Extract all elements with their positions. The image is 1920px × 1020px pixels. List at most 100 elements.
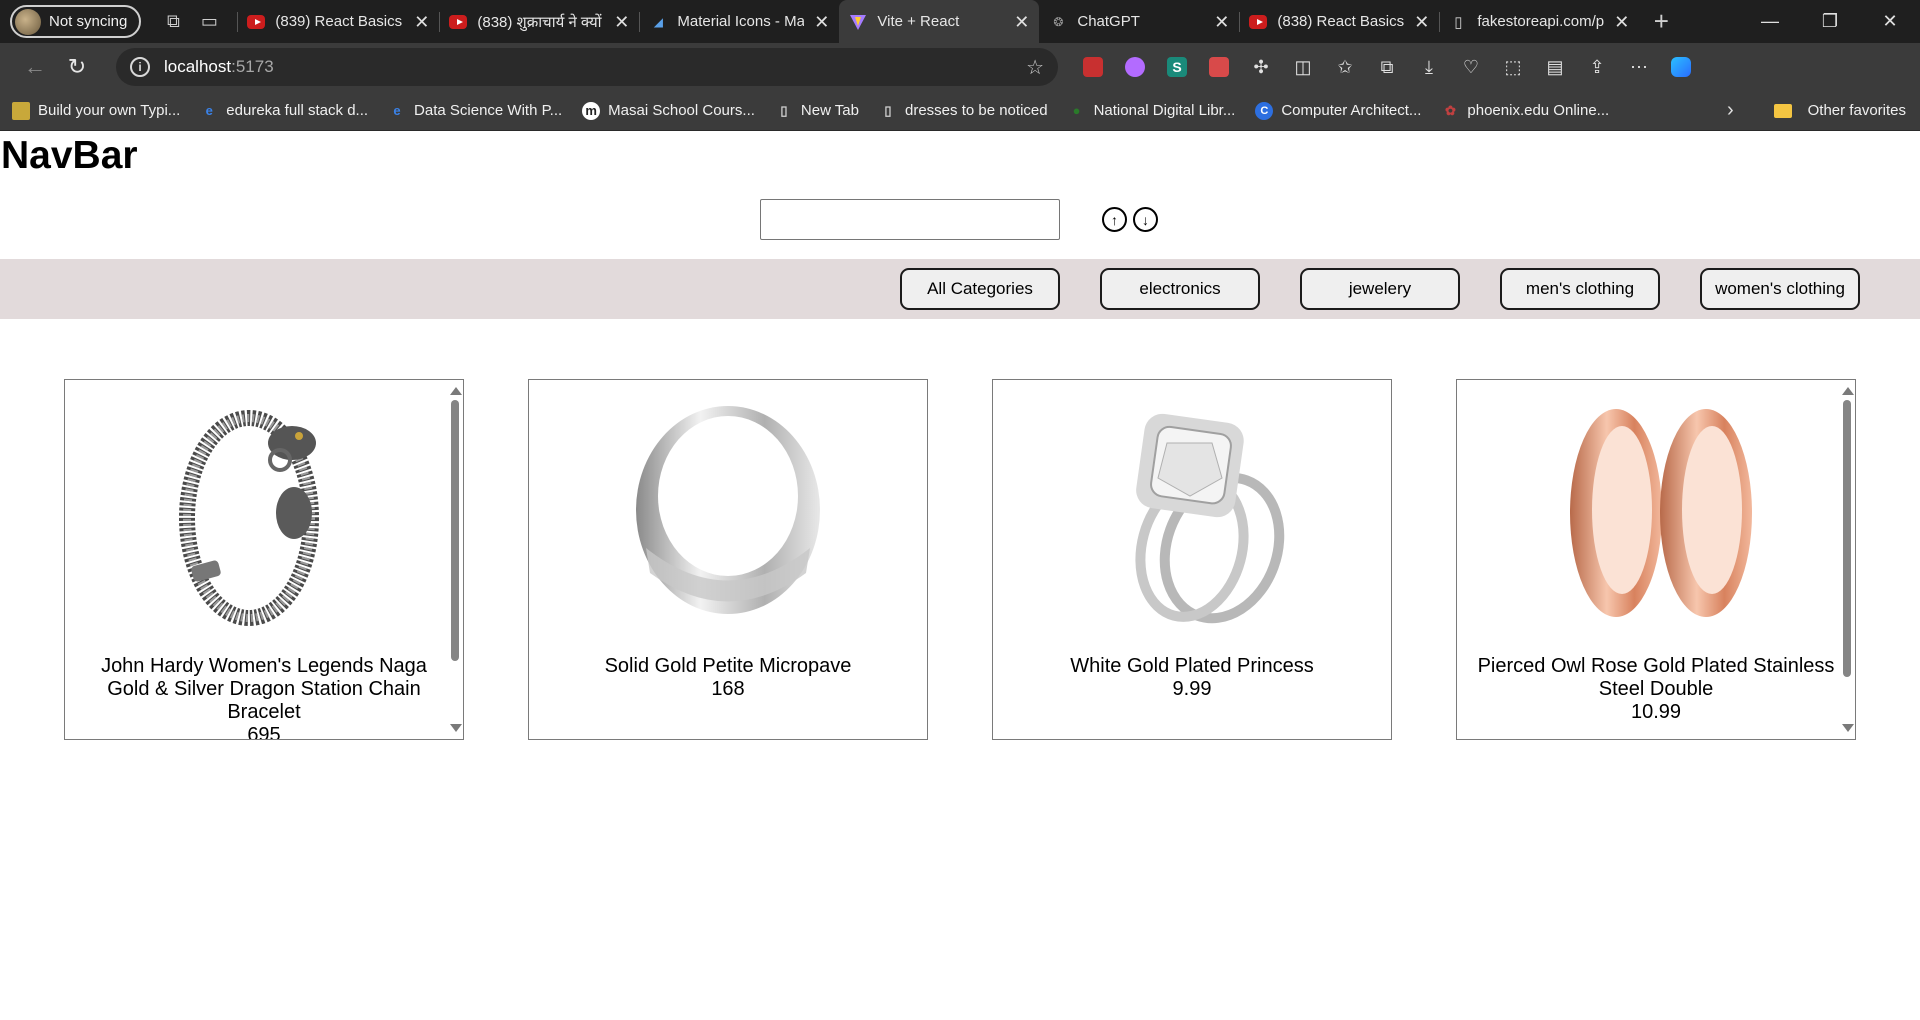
tab-title: ChatGPT — [1077, 13, 1140, 30]
bookmark-item[interactable]: m Masai School Cours... — [582, 101, 755, 120]
bookmark-icon — [12, 101, 30, 120]
tab-react-basics-2[interactable]: (838) React Basics | ✕ — [1239, 0, 1439, 43]
search-input[interactable] — [760, 199, 1060, 240]
other-favorites[interactable]: Other favorites — [1773, 102, 1906, 119]
bookmark-label: phoenix.edu Online... — [1467, 102, 1610, 119]
bookmark-label: National Digital Libr... — [1093, 102, 1236, 119]
bookmark-label: edureka full stack d... — [226, 102, 369, 119]
scroll-down-arrow[interactable] — [1842, 724, 1854, 732]
page-icon: ▯ — [884, 102, 892, 118]
scroll-thumb[interactable] — [1843, 400, 1851, 677]
bookmark-item[interactable]: e edureka full stack d... — [200, 102, 368, 120]
bookmark-item[interactable]: ✿ phoenix.edu Online... — [1441, 102, 1609, 120]
close-tab-icon[interactable]: ✕ — [1214, 13, 1229, 31]
profile-button[interactable]: Not syncing — [10, 5, 142, 38]
arrow-down-circle-icon[interactable]: ↓ — [1133, 207, 1158, 232]
bookmark-label: New Tab — [800, 102, 859, 119]
page-icon: ▯ — [1454, 13, 1463, 31]
extension-red-icon[interactable] — [1072, 47, 1114, 87]
scrollbar[interactable] — [1838, 380, 1855, 739]
product-price: 695 — [247, 724, 281, 740]
bookmark-label: Data Science With P... — [414, 102, 563, 119]
product-image-rose-gold-plugs — [1570, 409, 1752, 617]
url-host: localhost — [164, 57, 232, 76]
youtube-icon — [449, 13, 468, 31]
minimize-icon[interactable]: — — [1740, 0, 1800, 43]
refresh-icon[interactable]: ↻ — [56, 46, 98, 88]
back-icon[interactable]: ← — [14, 46, 56, 88]
restore-icon[interactable]: ❐ — [1800, 0, 1860, 43]
close-window-icon[interactable]: ✕ — [1860, 0, 1920, 43]
close-tab-icon[interactable]: ✕ — [614, 13, 629, 31]
scroll-up-arrow[interactable] — [1842, 387, 1854, 395]
arrow-up-circle-icon[interactable]: ↑ — [1102, 207, 1127, 232]
extension-s-icon[interactable]: S — [1156, 47, 1198, 87]
tab-title: Vite + React — [877, 13, 960, 30]
chatgpt-icon: ❂ — [1053, 14, 1064, 29]
browser-essentials-icon[interactable]: ♡ — [1450, 47, 1492, 87]
bookmark-item[interactable]: C Computer Architect... — [1255, 101, 1421, 120]
collections-icon[interactable]: ⧉ — [1366, 47, 1408, 87]
scrollbar[interactable] — [446, 380, 463, 739]
close-tab-icon[interactable]: ✕ — [1014, 13, 1029, 31]
page-icon: ▯ — [780, 102, 788, 118]
scroll-up-arrow[interactable] — [450, 387, 462, 395]
tab-actions-icon[interactable]: ▭ — [191, 4, 227, 40]
tab-title: (839) React Basics | — [275, 13, 405, 30]
favorites-icon[interactable]: ✩ — [1324, 47, 1366, 87]
url-text[interactable]: localhost:5173 — [164, 57, 1012, 77]
bookmark-item[interactable]: e Data Science With P... — [388, 102, 562, 120]
downloads-icon[interactable]: ⤓ — [1408, 47, 1450, 87]
tab-react-basics-1[interactable]: (839) React Basics | ✕ — [237, 0, 439, 43]
extension-calendar-icon[interactable] — [1198, 47, 1240, 87]
favorite-star-icon[interactable]: ☆ — [1026, 55, 1044, 80]
product-card[interactable]: Pierced Owl Rose Gold Plated Stainless S… — [1456, 379, 1856, 740]
address-bar[interactable]: i localhost:5173 ☆ — [116, 48, 1058, 86]
split-screen-icon[interactable]: ◫ — [1282, 47, 1324, 87]
tab-material-icons[interactable]: ◢ Material Icons - Ma ✕ — [639, 0, 839, 43]
chevron-right-icon[interactable]: › — [1727, 99, 1734, 122]
product-card[interactable]: John Hardy Women's Legends Naga Gold & S… — [64, 379, 464, 740]
close-tab-icon[interactable]: ✕ — [814, 13, 829, 31]
site-info-icon[interactable]: i — [130, 57, 150, 77]
edureka-icon: e — [205, 103, 213, 118]
scroll-thumb[interactable] — [451, 400, 459, 661]
extensions-puzzle-icon[interactable]: ✣ — [1240, 47, 1282, 87]
category-button-all[interactable]: All Categories — [900, 268, 1060, 310]
workspaces-icon[interactable]: ⧉ — [155, 4, 191, 40]
tab-title: Material Icons - Ma — [677, 13, 805, 30]
product-title: Solid Gold Petite Micropave — [604, 655, 852, 677]
other-favorites-label: Other favorites — [1807, 102, 1906, 119]
category-button-jewelery[interactable]: jewelery — [1300, 268, 1460, 310]
more-options-icon[interactable]: ⋯ — [1618, 47, 1660, 87]
close-tab-icon[interactable]: ✕ — [414, 13, 429, 31]
tab-youtube-hindi[interactable]: (838) शुक्राचार्य ने क्यों ✕ — [439, 0, 639, 43]
bookmark-item[interactable]: ▯ dresses to be noticed — [879, 102, 1047, 120]
scroll-down-arrow[interactable] — [450, 724, 462, 732]
product-card[interactable]: White Gold Plated Princess 9.99 — [992, 379, 1392, 740]
extensions-row: S ✣ ◫ ✩ ⧉ ⤓ ♡ ⬚ ▤ ⇪ ⋯ — [1072, 47, 1702, 87]
bookmark-item[interactable]: ● National Digital Libr... — [1068, 102, 1236, 120]
product-card[interactable]: Solid Gold Petite Micropave 168 — [528, 379, 928, 740]
bookmark-item[interactable]: Build your own Typi... — [12, 101, 180, 120]
category-button-womens-clothing[interactable]: women's clothing — [1700, 268, 1860, 310]
category-button-electronics[interactable]: electronics — [1100, 268, 1260, 310]
c-logo-icon: C — [1255, 101, 1274, 120]
screenshot-icon[interactable]: ⬚ — [1492, 47, 1534, 87]
tab-fakestoreapi[interactable]: ▯ fakestoreapi.com/p ✕ — [1439, 0, 1639, 43]
tab-chatgpt[interactable]: ❂ ChatGPT ✕ — [1039, 0, 1239, 43]
tab-vite-react[interactable]: Vite + React ✕ — [839, 0, 1040, 43]
extension-purple-icon[interactable] — [1114, 47, 1156, 87]
product-image-silver-ring — [636, 406, 820, 614]
masai-icon: m — [582, 101, 601, 120]
share-icon[interactable]: ⇪ — [1576, 47, 1618, 87]
product-info: Pierced Owl Rose Gold Plated Stainless S… — [1471, 655, 1841, 724]
reading-view-icon[interactable]: ▤ — [1534, 47, 1576, 87]
category-button-mens-clothing[interactable]: men's clothing — [1500, 268, 1660, 310]
bookmark-item[interactable]: ▯ New Tab — [775, 102, 859, 120]
copilot-icon[interactable] — [1660, 47, 1702, 87]
close-tab-icon[interactable]: ✕ — [1414, 13, 1429, 31]
phoenix-icon: ✿ — [1444, 102, 1456, 118]
close-tab-icon[interactable]: ✕ — [1614, 13, 1629, 31]
new-tab-icon[interactable]: + — [1643, 4, 1679, 40]
